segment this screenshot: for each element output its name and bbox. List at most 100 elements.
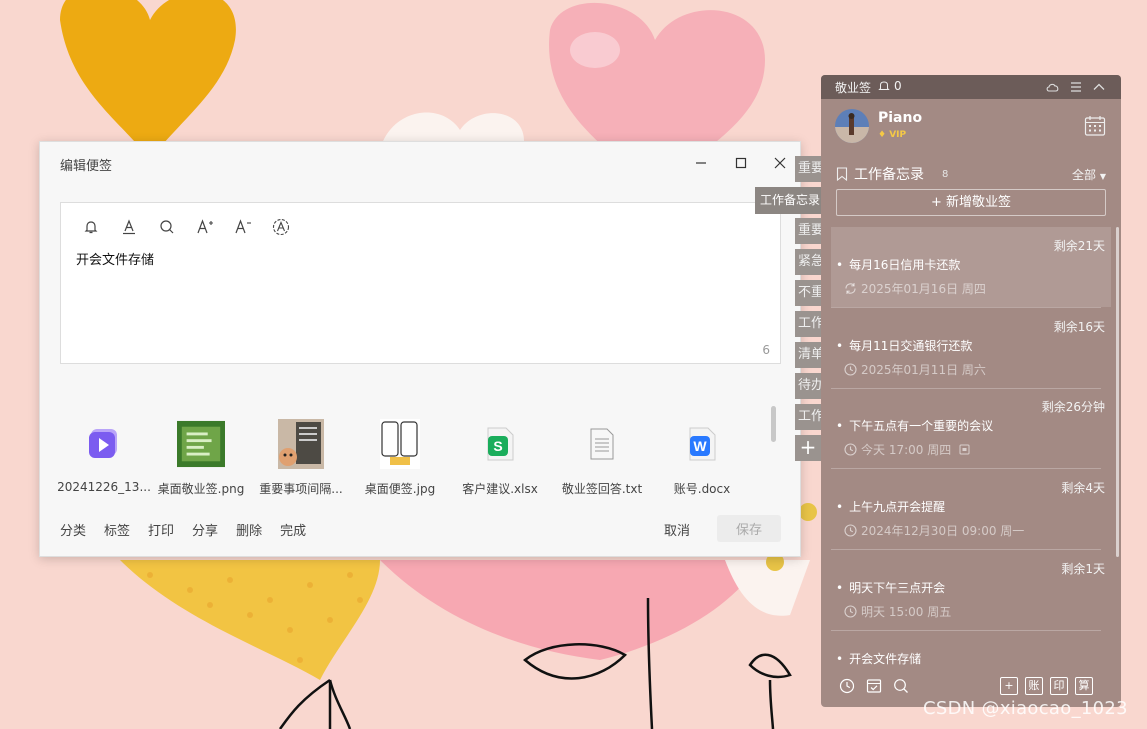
note-list-item[interactable]: 剩余1天 明天下午三点开会 明天 15:00 周五 <box>831 550 1111 630</box>
note-list-item[interactable]: 剩余4天 上午九点开会提醒 2024年12月30日 09:00 周一 <box>831 469 1111 549</box>
clock-icon <box>844 363 857 376</box>
filter-label: 全部 <box>1072 168 1097 182</box>
calendar-icon[interactable] <box>1084 115 1106 137</box>
remaining-time: 剩余16天 <box>1053 320 1105 334</box>
filter-dropdown[interactable]: 全部 ▼ <box>1072 166 1106 183</box>
category-count: 8 <box>942 169 949 180</box>
category-tab[interactable]: 重要 <box>795 156 821 182</box>
bell-icon[interactable] <box>878 80 890 92</box>
remaining-time: 剩余4天 <box>1061 481 1105 495</box>
note-date-text: 2024年12月30日 09:00 周一 <box>861 524 1025 538</box>
note-title: 上午九点开会提醒 <box>836 498 945 515</box>
svg-text:W: W <box>693 438 707 454</box>
minimize-button[interactable] <box>690 152 712 174</box>
attachment-icon <box>959 444 970 455</box>
note-title: 明天下午三点开会 <box>836 579 945 596</box>
category-tab[interactable]: 清单 <box>795 342 821 368</box>
history-button[interactable] <box>838 677 856 695</box>
clock-icon <box>844 605 857 618</box>
attachment-name: 账号.docx <box>673 482 731 496</box>
clock-icon <box>839 678 855 694</box>
remaining-time: 剩余26分钟 <box>1041 400 1105 414</box>
note-date: 2024年12月30日 09:00 周一 <box>844 522 1024 539</box>
done-button[interactable]: 完成 <box>280 520 306 539</box>
note-content-text[interactable]: 开会文件存储 <box>76 249 154 268</box>
note-date-text: 今天 17:00 周四 <box>861 443 952 457</box>
attachment-name: 重要事项间隔... <box>259 482 343 496</box>
maximize-icon <box>735 157 747 169</box>
collapse-icon[interactable] <box>1091 79 1107 95</box>
font-color-tool[interactable] <box>117 215 141 239</box>
text-file-icon <box>578 420 626 468</box>
tag-button[interactable]: 标签 <box>104 520 130 539</box>
category-tab-active[interactable]: 工作备忘录 <box>755 187 821 214</box>
avatar[interactable] <box>835 109 869 143</box>
share-button[interactable]: 分享 <box>192 520 218 539</box>
attachment-item[interactable]: 敬业签回答.txt <box>554 420 650 497</box>
note-list-item[interactable]: 剩余26分钟 下午五点有一个重要的会议 今天 17:00 周四 <box>831 388 1111 468</box>
search-button[interactable] <box>892 677 910 695</box>
chevron-down-icon: ▼ <box>1099 172 1106 181</box>
print-stamp-button[interactable]: 印 <box>1050 677 1068 695</box>
remaining-time: 剩余21天 <box>1053 239 1105 253</box>
category-tab[interactable]: 待办 <box>795 373 821 399</box>
category-tab[interactable]: 不重 <box>795 280 821 306</box>
notification-count: 0 <box>894 79 902 93</box>
new-note-button[interactable]: + 新增敬业签 <box>836 189 1106 216</box>
cloud-sync-icon[interactable] <box>1045 79 1061 95</box>
note-title: 下午五点有一个重要的会议 <box>836 417 993 434</box>
category-header: 工作备忘录 8 全部 ▼ <box>836 164 1106 184</box>
ledger-button[interactable]: 账 <box>1025 677 1043 695</box>
attachments-scrollbar[interactable] <box>771 406 776 442</box>
note-title: 每月16日信用卡还款 <box>836 256 960 273</box>
delete-button[interactable]: 删除 <box>236 520 262 539</box>
category-tab[interactable]: 重要 <box>795 218 821 244</box>
categorize-button[interactable]: 分类 <box>60 520 86 539</box>
reminder-tool[interactable] <box>79 215 103 239</box>
font-color-icon <box>123 219 135 235</box>
add-category-button[interactable]: + <box>795 435 821 461</box>
format-toolbar <box>79 215 293 239</box>
attachment-name: 桌面敬业签.png <box>157 482 245 496</box>
category-tab[interactable]: 工作 <box>795 311 821 337</box>
search-tool[interactable] <box>155 215 179 239</box>
attachment-item[interactable]: 桌面便签.jpg <box>352 419 448 497</box>
repeat-icon <box>845 283 856 294</box>
note-editor-area[interactable]: 开会文件存储 6 <box>60 202 781 364</box>
attachment-item[interactable]: S 客户建议.xlsx <box>452 420 548 497</box>
calculator-button[interactable]: 算 <box>1075 677 1093 695</box>
print-button[interactable]: 打印 <box>148 520 174 539</box>
category-tab[interactable]: 紧急 <box>795 249 821 275</box>
maximize-button[interactable] <box>730 152 752 174</box>
app-name: 敬业签 <box>835 81 872 95</box>
attachment-item[interactable]: W 账号.docx <box>654 420 750 497</box>
font-decrease-tool[interactable] <box>231 215 255 239</box>
save-button[interactable]: 保存 <box>717 515 781 542</box>
svg-text:S: S <box>493 438 502 454</box>
attachment-item[interactable]: 20241226_13... <box>56 420 152 494</box>
attachment-name: 客户建议.xlsx <box>462 482 538 496</box>
note-date-text: 2025年01月16日 周四 <box>861 282 986 296</box>
note-list-item[interactable]: 剩余21天 每月16日信用卡还款 2025年01月16日 周四 <box>831 227 1111 307</box>
user-profile[interactable]: Piano ♦ VIP <box>835 109 922 143</box>
panel-scrollbar[interactable] <box>1116 227 1119 557</box>
note-list-item[interactable]: 开会文件存储 <box>831 621 1111 666</box>
note-list-item[interactable]: 剩余16天 每月11日交通银行还款 2025年01月11日 周六 <box>831 308 1111 388</box>
font-increase-tool[interactable] <box>193 215 217 239</box>
close-icon <box>774 157 786 169</box>
remaining-time: 剩余1天 <box>1061 562 1105 576</box>
image-thumbnail <box>277 419 325 469</box>
attachment-item[interactable]: 重要事项间隔... <box>253 419 349 497</box>
clear-format-icon <box>272 218 290 236</box>
category-tab[interactable]: 工作 <box>795 404 821 430</box>
close-button[interactable] <box>769 152 791 174</box>
add-button[interactable]: + <box>1000 677 1018 695</box>
attachment-name: 20241226_13... <box>57 480 151 494</box>
attachment-name: 敬业签回答.txt <box>561 482 643 496</box>
completed-button[interactable] <box>865 677 883 695</box>
attachment-item[interactable]: 桌面敬业签.png <box>153 420 249 497</box>
cancel-button[interactable]: 取消 <box>664 520 690 539</box>
panel-bottom-toolbar: + 账 印 算 <box>821 673 1121 697</box>
menu-icon[interactable] <box>1068 79 1084 95</box>
clear-format-tool[interactable] <box>269 215 293 239</box>
